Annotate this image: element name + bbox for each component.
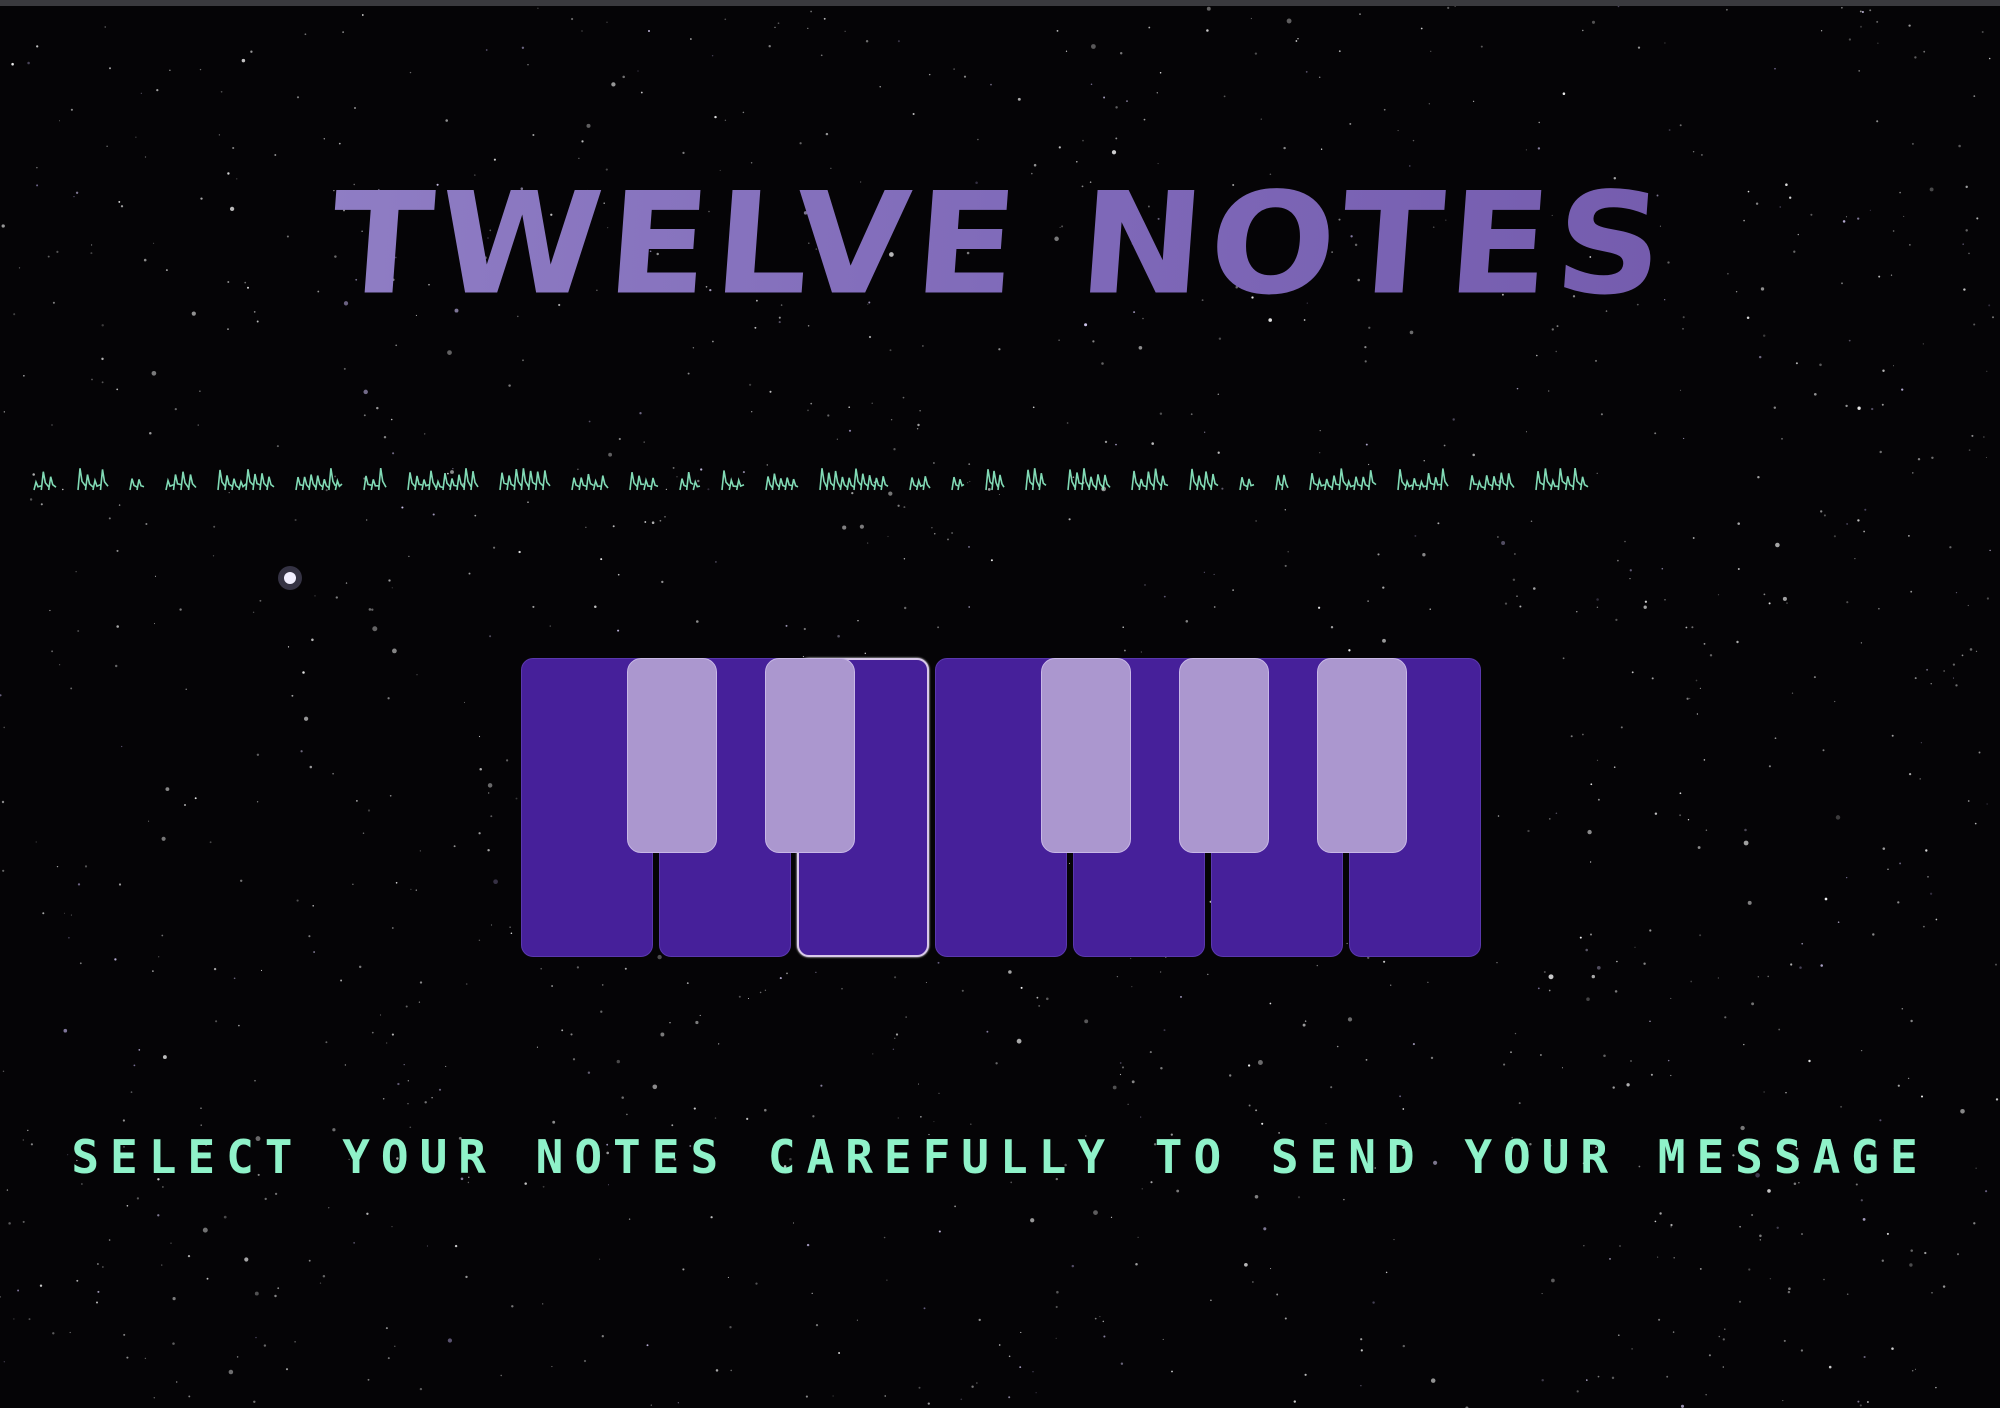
page-title: TWELVE NOTES bbox=[0, 162, 2000, 325]
alien-glyph-message bbox=[0, 462, 2000, 502]
black-key-3[interactable] bbox=[1041, 658, 1131, 853]
black-key-4[interactable] bbox=[1179, 658, 1269, 853]
instruction-text: SELECT YOUR NOTES CAREFULLY TO SEND YOUR… bbox=[71, 1130, 1929, 1184]
piano-keyboard bbox=[521, 658, 1485, 961]
black-key-1[interactable] bbox=[627, 658, 717, 853]
black-key-5[interactable] bbox=[1317, 658, 1407, 853]
black-key-2[interactable] bbox=[765, 658, 855, 853]
